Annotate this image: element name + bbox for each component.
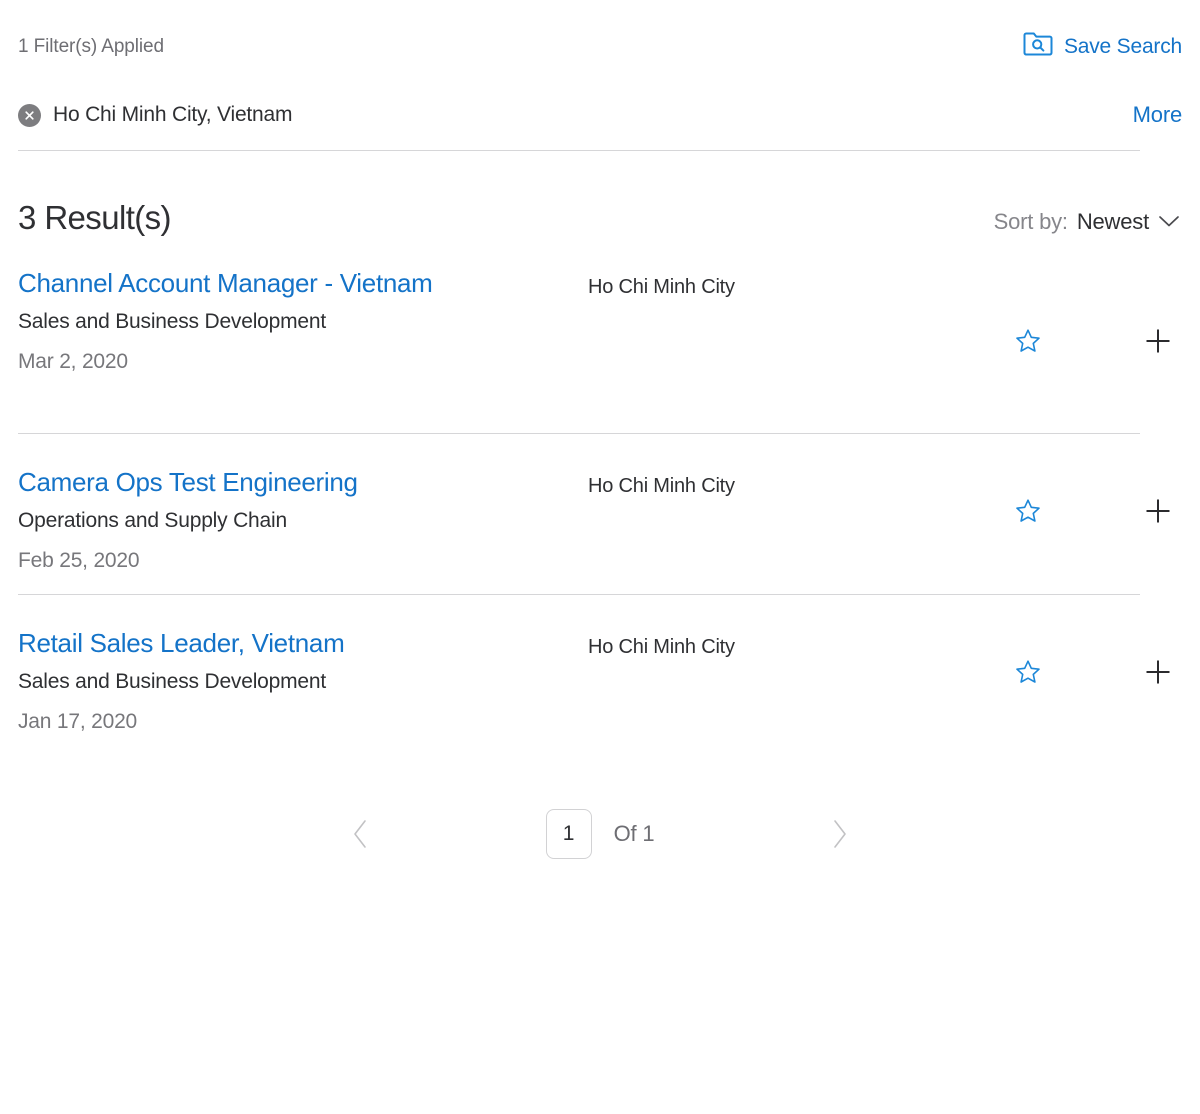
result-department: Operations and Supply Chain — [18, 504, 588, 537]
sort-by-value: Newest — [1077, 209, 1149, 235]
filter-chip-label: Ho Chi Minh City, Vietnam — [53, 103, 292, 127]
result-date: Mar 2, 2020 — [18, 346, 588, 377]
job-search-results-page: 1 Filter(s) Applied Save Search Ho Chi M… — [0, 0, 1200, 859]
page-total-label: Of 1 — [614, 821, 655, 847]
sort-by-dropdown[interactable]: Sort by: Newest — [994, 209, 1182, 235]
result-row: Retail Sales Leader, Vietnam Sales and B… — [18, 595, 1182, 745]
results-header: 3 Result(s) Sort by: Newest — [18, 151, 1182, 257]
result-title-link[interactable]: Channel Account Manager - Vietnam — [18, 265, 438, 302]
result-details: Retail Sales Leader, Vietnam Sales and B… — [18, 623, 588, 737]
sort-by-label: Sort by: — [994, 209, 1068, 235]
results-list: Channel Account Manager - Vietnam Sales … — [18, 257, 1182, 745]
star-outline-icon[interactable] — [1006, 489, 1050, 533]
filters-applied-text: 1 Filter(s) Applied — [18, 36, 164, 58]
result-details: Camera Ops Test Engineering Operations a… — [18, 462, 588, 576]
close-circle-icon[interactable] — [18, 104, 41, 127]
result-actions — [1006, 319, 1182, 363]
chevron-down-icon — [1157, 209, 1181, 235]
result-actions — [1006, 650, 1182, 694]
result-actions — [1006, 489, 1182, 533]
applied-filters-row: Ho Chi Minh City, Vietnam More — [18, 72, 1182, 150]
result-department: Sales and Business Development — [18, 665, 588, 698]
pagination: 1 Of 1 — [18, 745, 1182, 859]
star-outline-icon[interactable] — [1006, 319, 1050, 363]
filter-bar: 1 Filter(s) Applied Save Search — [18, 0, 1182, 72]
plus-icon[interactable] — [1136, 489, 1180, 533]
more-filters-link[interactable]: More — [1133, 102, 1182, 128]
folder-search-icon — [1023, 31, 1053, 63]
plus-icon[interactable] — [1136, 650, 1180, 694]
result-details: Channel Account Manager - Vietnam Sales … — [18, 263, 588, 377]
result-row: Channel Account Manager - Vietnam Sales … — [18, 263, 1182, 433]
chevron-right-icon[interactable] — [819, 814, 859, 854]
result-title-link[interactable]: Camera Ops Test Engineering — [18, 464, 438, 501]
save-search-button[interactable]: Save Search — [1023, 31, 1182, 63]
result-date: Feb 25, 2020 — [18, 545, 588, 576]
star-outline-icon[interactable] — [1006, 650, 1050, 694]
result-title-link[interactable]: Retail Sales Leader, Vietnam — [18, 625, 438, 662]
results-count: 3 Result(s) — [18, 199, 171, 237]
result-location: Ho Chi Minh City — [588, 263, 1182, 299]
result-department: Sales and Business Development — [18, 305, 588, 338]
plus-icon[interactable] — [1136, 319, 1180, 363]
filter-chip-location[interactable]: Ho Chi Minh City, Vietnam — [18, 103, 292, 127]
result-row: Camera Ops Test Engineering Operations a… — [18, 434, 1182, 594]
chevron-left-icon[interactable] — [341, 814, 381, 854]
save-search-label: Save Search — [1064, 35, 1182, 59]
page-number-input[interactable]: 1 — [546, 809, 592, 859]
result-date: Jan 17, 2020 — [18, 706, 588, 737]
